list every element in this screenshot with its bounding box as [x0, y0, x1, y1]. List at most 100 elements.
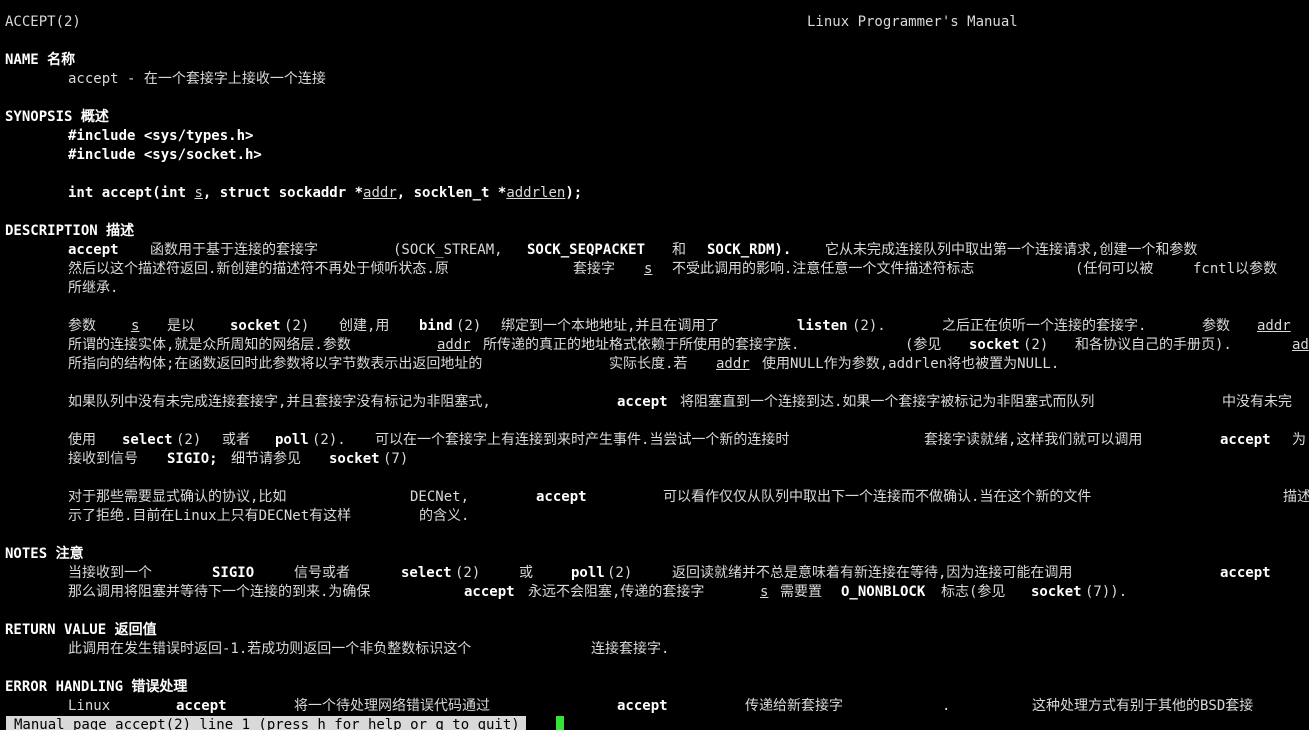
func-name: accept: [68, 242, 119, 258]
func-ref: poll: [571, 565, 605, 581]
section-heading-name: NAME 名称: [0, 51, 75, 70]
param-ref: addr: [437, 337, 471, 353]
section-heading-return-value: RETURN VALUE 返回值: [0, 621, 157, 640]
terminal-window[interactable]: ACCEPT(2) Linux Programmer's Manual NAME…: [0, 0, 1309, 730]
section-title: NOTES 注意: [5, 546, 84, 562]
text-segment: 所继承.: [68, 280, 119, 296]
text-segment: 如果队列中没有未完成连接套接字,并且套接字没有标记为非阻塞式,: [68, 394, 491, 410]
name-line: accept - 在一个套接字上接收一个连接: [0, 70, 326, 89]
text-segment: (7): [383, 451, 409, 467]
section-heading-description: DESCRIPTION 描述: [0, 222, 134, 241]
text-segment: 将阻塞直到一个连接到达.如果一个套接字被标记为非阻塞式而队列: [680, 394, 1095, 410]
text-segment: 之后正在侦听一个连接的套接字.: [942, 318, 1147, 334]
synopsis-include-2: #include <sys/socket.h>: [0, 146, 262, 165]
text-segment: 和各协议自己的手册页).: [1075, 337, 1232, 353]
text-segment: 参数: [1202, 318, 1230, 334]
text-segment: 传递给新套接字: [745, 698, 843, 714]
signal-ref: SIGIO;: [167, 451, 218, 467]
text-segment: 信号或者: [294, 565, 350, 581]
text-segment: 可以在一个套接字上有连接到来时产生事件.当尝试一个新的连接时: [375, 432, 790, 448]
func-ref: bind: [419, 318, 453, 334]
text-segment: (任何可以被: [1075, 261, 1154, 277]
manual-title: Linux Programmer's Manual: [807, 14, 1018, 30]
func-ref: accept: [617, 394, 668, 410]
param-ref: s: [131, 318, 140, 334]
text-segment: 函数用于基于连接的套接字: [150, 242, 318, 258]
section-title: DESCRIPTION 描述: [5, 223, 135, 239]
text-segment: (参见: [905, 337, 942, 353]
text-segment: 那么调用将阻塞并等待下一个连接的到来.为确保: [68, 584, 371, 600]
text-segment: 是以: [167, 318, 195, 334]
name-text: accept - 在一个套接字上接收一个连接: [68, 71, 326, 87]
description-para2-line-1: 参数 s 是以 socket (2) 创建,用 bind (2) 绑定到一个本地…: [0, 317, 1309, 336]
const-name: SOCK_SEQPACKET: [527, 242, 646, 258]
terminal-cursor: [556, 716, 564, 730]
text-segment: 中没有未完: [1222, 394, 1292, 410]
text-segment: 实际长度.若: [609, 356, 688, 372]
description-para5-line-1: 对于那些需要显式确认的协议,比如 DECNet, accept 可以看作仅仅从队…: [0, 488, 1309, 507]
text-segment: 对于那些需要显式确认的协议,比如: [68, 489, 287, 505]
section-title: RETURN VALUE 返回值: [5, 622, 157, 638]
text-segment: 为: [1292, 432, 1306, 448]
description-line-2: 然后以这个描述符返回.新创建的描述符不再处于倾听状态.原 套接字 s 不受此调用…: [0, 260, 1309, 279]
text-segment: 将一个待处理网络错误代码通过: [294, 698, 490, 714]
text-segment: 所谓的连接实体,就是众所周知的网络层.参数: [68, 337, 351, 353]
func-ref: accept: [1220, 565, 1271, 581]
proto-part: int accept(int: [68, 185, 195, 201]
section-heading-error-handling: ERROR HANDLING 错误处理: [0, 678, 187, 697]
text-segment: (SOCK_STREAM,: [393, 242, 503, 258]
notes-line-1: 当接收到一个 SIGIO 信号或者 select (2) 或 poll (2) …: [0, 564, 1309, 583]
description-para3-line-1: 如果队列中没有未完成连接套接字,并且套接字没有标记为非阻塞式, accept 将…: [0, 393, 1309, 412]
func-ref: accept: [617, 698, 668, 714]
proto-part: );: [565, 185, 583, 201]
const-name: SOCK_RDM).: [707, 242, 792, 258]
text-segment: 套接字: [573, 261, 615, 277]
text-segment: Linux: [68, 698, 111, 714]
func-ref: listen: [797, 318, 848, 334]
text-segment: 这种处理方式有别于其他的BSD套接: [1032, 698, 1254, 714]
text-segment: 接收到信号: [68, 451, 138, 467]
func-ref: socket: [1031, 584, 1082, 600]
flag-ref: O_NONBLOCK: [841, 584, 926, 600]
func-ref: accept: [176, 698, 227, 714]
text-segment: 标志(参见: [941, 584, 1006, 600]
include-text: #include <sys/types.h>: [68, 128, 254, 144]
signal-ref: SIGIO: [212, 565, 255, 581]
proto-param: addrlen: [506, 185, 566, 201]
proto-param: addr: [363, 185, 397, 201]
text-segment: 所传递的真正的地址格式依赖于所使用的套接字族.: [483, 337, 800, 353]
man-page-id: ACCEPT(2): [5, 14, 81, 30]
text-segment: 示了拒绝.目前在Linux上只有DECNet有这样: [68, 508, 352, 524]
prototype-text: int accept(int s, struct sockaddr *addr,…: [68, 184, 582, 203]
text-segment: (2).: [852, 318, 886, 334]
text-segment: 不受此调用的影响.注意任意一个文件描述符标志: [672, 261, 975, 277]
text-segment: DECNet,: [410, 489, 470, 505]
synopsis-prototype: int accept(int s, struct sockaddr *addr,…: [0, 184, 582, 203]
func-ref: poll: [275, 432, 309, 448]
text-segment: (2): [284, 318, 310, 334]
text-segment: 的含义.: [419, 508, 470, 524]
section-title: ERROR HANDLING 错误处理: [5, 679, 188, 695]
description-para2-line-3: 所指向的结构体;在函数返回时此参数将以字节数表示出返回地址的 实际长度.若 ad…: [0, 355, 1309, 374]
param-ref: addr: [716, 356, 750, 372]
text-segment: (2): [176, 432, 202, 448]
text-segment: .: [942, 698, 951, 714]
text-segment: 描述: [1283, 489, 1309, 505]
text-segment: 细节请参见: [231, 451, 301, 467]
text-segment: 然后以这个描述符返回.新创建的描述符不再处于倾听状态.原: [68, 261, 449, 277]
func-ref: accept: [1220, 432, 1271, 448]
text-segment: fcntl以参数: [1193, 261, 1278, 277]
text-segment: 或: [519, 565, 533, 581]
section-heading-synopsis: SYNOPSIS 概述: [0, 108, 109, 127]
pager-status-line: Manual page accept(2) line 1 (press h fo…: [6, 716, 526, 730]
description-line-3: 所继承.: [0, 279, 118, 298]
param-ref: addr: [1257, 318, 1291, 334]
text-segment: (2).: [312, 432, 346, 448]
param-ref: ad: [1292, 337, 1309, 353]
include-text: #include <sys/socket.h>: [68, 147, 262, 163]
text-segment: (2): [607, 565, 633, 581]
text-segment: 创建,用: [339, 318, 390, 334]
text-segment: 当接收到一个: [68, 565, 152, 581]
text-segment: (7)).: [1085, 584, 1128, 600]
proto-part: , struct sockaddr *: [202, 185, 364, 201]
